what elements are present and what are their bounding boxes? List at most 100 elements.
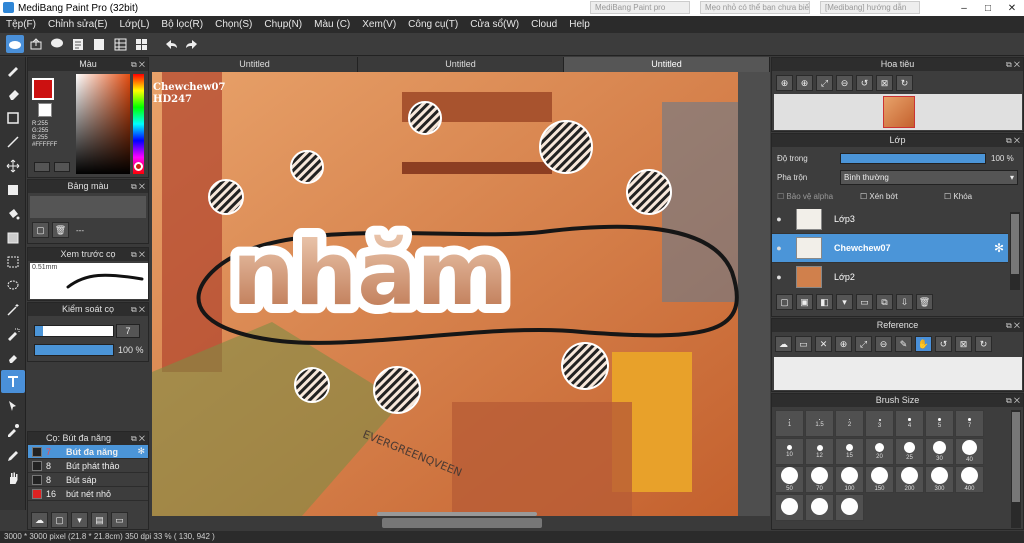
- comment-icon[interactable]: [48, 35, 66, 53]
- menu-layer[interactable]: Lớp(L): [114, 19, 156, 30]
- move-icon[interactable]: [1, 154, 25, 177]
- brush-size-cell[interactable]: [835, 494, 864, 521]
- menu-cloud[interactable]: Cloud: [525, 19, 563, 30]
- layer-row[interactable]: ● Lớp3: [772, 209, 1008, 234]
- background-tab[interactable]: [Medibang] hướng dẫn: [820, 1, 920, 14]
- color-option-button[interactable]: [34, 162, 50, 172]
- fit-icon[interactable]: ⤢: [855, 336, 872, 352]
- zoom-out-icon[interactable]: ⊖: [875, 336, 892, 352]
- undo-icon[interactable]: [162, 35, 180, 53]
- brush-size-cell[interactable]: [775, 494, 804, 521]
- open-folder-icon[interactable]: ▭: [795, 336, 812, 352]
- navigator-preview-area[interactable]: [774, 94, 1022, 130]
- lasso-icon[interactable]: [1, 274, 25, 297]
- layer-scrollbar[interactable]: [1010, 212, 1020, 290]
- brush-size-cell[interactable]: 10: [775, 438, 804, 465]
- rotate-right-icon[interactable]: ↻: [975, 336, 992, 352]
- zoom-out-icon[interactable]: ⊖: [836, 75, 853, 91]
- menu-snap[interactable]: Chụp(N): [258, 19, 308, 30]
- brush-size-scrollbar[interactable]: [1011, 410, 1021, 528]
- layer-opacity-slider[interactable]: [840, 153, 986, 164]
- new-8bit-layer-icon[interactable]: ◧: [816, 294, 833, 310]
- magic-wand-icon[interactable]: [1, 298, 25, 321]
- brush-size-cell[interactable]: 2: [835, 410, 864, 437]
- eye-icon[interactable]: ●: [772, 214, 786, 224]
- hue-handle[interactable]: [134, 162, 143, 171]
- brush-size-cell[interactable]: [805, 494, 834, 521]
- fit-icon[interactable]: ⤢: [816, 75, 833, 91]
- panel-controls-icon[interactable]: ⧉ ✕: [131, 58, 145, 71]
- brush-size-cell[interactable]: 200: [895, 466, 924, 493]
- fill-rect-icon[interactable]: [1, 178, 25, 201]
- saturation-value-picker[interactable]: [76, 74, 130, 174]
- secondary-color-swatch[interactable]: [38, 103, 52, 117]
- brush-size-cell[interactable]: 3: [865, 410, 894, 437]
- duplicate-layer-icon[interactable]: ⧉: [876, 294, 893, 310]
- eye-icon[interactable]: ●: [772, 272, 786, 282]
- document-tab[interactable]: Untitled: [358, 57, 564, 72]
- reset-view-icon[interactable]: ⊠: [955, 336, 972, 352]
- rectangle-icon[interactable]: [1, 106, 25, 129]
- menu-help[interactable]: Help: [563, 19, 596, 30]
- rotate-left-icon[interactable]: ↺: [856, 75, 873, 91]
- brush-size-slider[interactable]: [34, 325, 114, 337]
- brush-size-cell[interactable]: 4: [895, 410, 924, 437]
- zoom-in-icon[interactable]: ⊕: [776, 75, 793, 91]
- delete-palette-icon[interactable]: 🗑: [52, 222, 69, 238]
- primary-color-swatch[interactable]: [32, 78, 54, 100]
- gear-icon[interactable]: ✻: [994, 241, 1004, 255]
- clipping-checkbox[interactable]: ☐ Xén bớt: [860, 192, 898, 201]
- zoom-in-icon[interactable]: ⊕: [796, 75, 813, 91]
- navigator-thumbnail[interactable]: [883, 96, 915, 128]
- panel-controls-icon[interactable]: ⧉ ✕: [1006, 58, 1020, 71]
- menu-window[interactable]: Cửa sổ(W): [464, 19, 525, 30]
- brush-item[interactable]: 7 Bút đa năng ✻: [28, 445, 148, 459]
- redo-icon[interactable]: [183, 35, 201, 53]
- panel-controls-icon[interactable]: ⧉ ✕: [1006, 134, 1020, 147]
- add-palette-icon[interactable]: ▢: [32, 222, 49, 238]
- menu-file[interactable]: Tệp(F): [0, 19, 42, 30]
- brush-menu-icon[interactable]: ▾: [71, 512, 88, 528]
- document-tab[interactable]: Untitled: [152, 57, 358, 72]
- brush-item[interactable]: 16 bút nét nhỏ: [28, 487, 148, 501]
- new-halftone-layer-icon[interactable]: ▣: [796, 294, 813, 310]
- brush-size-cell[interactable]: 40: [955, 438, 984, 465]
- color-swap-button[interactable]: [54, 162, 70, 172]
- select-rect-icon[interactable]: [1, 250, 25, 273]
- brush-opacity-slider[interactable]: [34, 344, 114, 356]
- brush-icon[interactable]: [1, 58, 25, 81]
- brush-size-cell[interactable]: 400: [955, 466, 984, 493]
- bucket-icon[interactable]: [1, 202, 25, 225]
- rotate-left-icon[interactable]: ↺: [935, 336, 952, 352]
- close-button[interactable]: ✕: [1000, 0, 1024, 16]
- delete-layer-icon[interactable]: 🗑: [916, 294, 933, 310]
- brush-size-cell[interactable]: 70: [805, 466, 834, 493]
- rotate-right-icon[interactable]: ↻: [896, 75, 913, 91]
- panel-controls-icon[interactable]: ⧉ ✕: [131, 303, 145, 316]
- brush-size-cell[interactable]: 15: [835, 438, 864, 465]
- gear-icon[interactable]: ✻: [137, 446, 145, 457]
- artwork-canvas[interactable]: nhăm nhăm Chewchew07 HD247 EVERGREENQVEE…: [152, 72, 770, 516]
- panel-controls-icon[interactable]: ⧉ ✕: [131, 180, 145, 193]
- panel-controls-icon[interactable]: ⧉ ✕: [1006, 319, 1020, 332]
- page-icon[interactable]: [90, 35, 108, 53]
- brush-item[interactable]: 8 Bút sáp: [28, 473, 148, 487]
- background-tab[interactable]: MediBang Paint pro: [590, 1, 690, 14]
- canvas-hscroll-thumb[interactable]: [382, 518, 542, 528]
- panel-controls-icon[interactable]: ⧉ ✕: [1006, 394, 1020, 407]
- pen-icon[interactable]: [1, 442, 25, 465]
- folder-icon[interactable]: ▭: [111, 512, 128, 528]
- layer-row[interactable]: ● Lớp2: [772, 263, 1008, 290]
- add-brush-icon[interactable]: ▢: [51, 512, 68, 528]
- brush-settings-icon[interactable]: ▤: [91, 512, 108, 528]
- brush-size-cell[interactable]: 20: [865, 438, 894, 465]
- document-icon[interactable]: [69, 35, 87, 53]
- gradient-icon[interactable]: [1, 226, 25, 249]
- menu-tools[interactable]: Công cụ(T): [402, 19, 464, 30]
- cloud-icon[interactable]: ☁: [775, 336, 792, 352]
- brush-size-cell[interactable]: 12: [805, 438, 834, 465]
- new-layer-icon[interactable]: ▢: [776, 294, 793, 310]
- palette-area[interactable]: [30, 196, 146, 218]
- panel-controls-icon[interactable]: ⧉ ✕: [131, 248, 145, 261]
- maximize-button[interactable]: □: [976, 0, 1000, 16]
